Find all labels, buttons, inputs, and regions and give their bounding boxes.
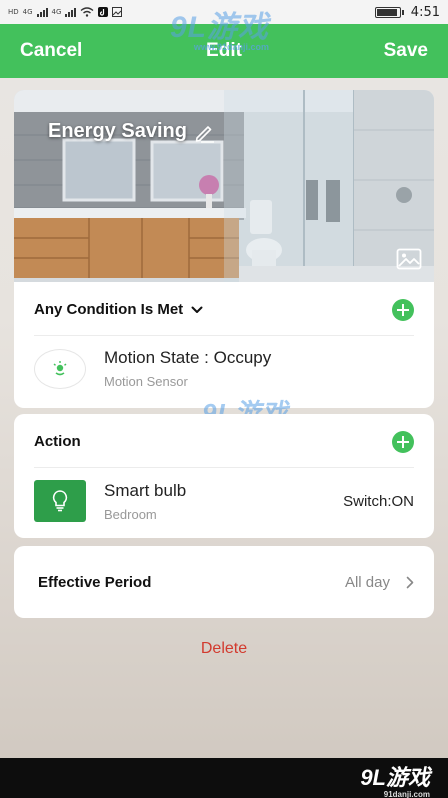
bottom-logo-domain: 91danji.com: [383, 790, 430, 798]
condition-mode-selector[interactable]: Any Condition Is Met: [34, 301, 203, 318]
bottom-watermark-logo: 9L游戏 91danji.com: [360, 760, 430, 798]
condition-mode-label: Any Condition Is Met: [34, 301, 184, 318]
action-item-room: Bedroom: [104, 506, 157, 522]
save-button[interactable]: Save: [384, 40, 428, 62]
battery-icon: [374, 6, 404, 18]
wifi-icon: [80, 7, 94, 17]
condition-item[interactable]: Motion State : Occupy Motion Sensor: [34, 348, 414, 389]
bulb-icon: [34, 480, 86, 522]
action-card: Action Smart bulb Bedroom Switch:ON: [14, 414, 434, 538]
chevron-down-icon: [191, 306, 203, 313]
action-item-value: Switch:ON: [343, 492, 414, 510]
bottom-logo-text: 9L游戏: [360, 765, 430, 790]
signal-icon: [36, 7, 48, 17]
effective-period-label: Effective Period: [38, 573, 152, 591]
action-item-text: Smart bulb Bedroom: [104, 481, 186, 522]
action-item-name: Smart bulb: [104, 480, 187, 500]
scene-name-text: Energy Saving: [48, 120, 187, 142]
add-action-button[interactable]: [392, 430, 414, 453]
condition-card: Any Condition Is Met Motion State : Occu…: [14, 282, 434, 408]
scene-name: Energy Saving: [48, 120, 215, 143]
condition-item-device: Motion Sensor: [104, 374, 188, 389]
cancel-button[interactable]: Cancel: [20, 40, 82, 62]
change-image-icon[interactable]: [396, 248, 422, 270]
status-right-icons: 4:51: [374, 4, 440, 20]
network-type-label: HD: [8, 7, 19, 16]
condition-item-text: Motion State : Occupy Motion Sensor: [104, 348, 271, 389]
effective-period-card: Effective Period All day: [14, 546, 434, 618]
watermark-logo-text: 9L游戏: [170, 11, 270, 44]
scene-cover-image: Energy Saving: [14, 90, 434, 282]
image-notification-icon: [112, 7, 123, 17]
condition-header: Any Condition Is Met: [34, 284, 414, 336]
condition-item-name: Motion State : Occupy: [104, 348, 272, 367]
effective-period-row[interactable]: Effective Period All day: [38, 546, 414, 618]
watermark-logo: 9L游戏 www.91danji.com: [170, 2, 269, 52]
chevron-right-icon: [406, 576, 414, 588]
edit-pencil-icon[interactable]: [193, 121, 215, 143]
network-type-label: 4G: [51, 7, 62, 16]
motion-sensor-icon: [34, 348, 86, 389]
bathroom-photo: [14, 90, 434, 282]
action-header: Action: [34, 416, 414, 468]
tiktok-icon: [98, 7, 109, 17]
action-title: Action: [34, 433, 81, 450]
status-time: 4:51: [410, 4, 440, 20]
bottom-watermark-bar: 9L游戏 91danji.com: [0, 758, 448, 798]
add-condition-button[interactable]: [392, 298, 414, 321]
network-type-label: 4G: [22, 7, 33, 16]
status-left-icons: HD 4G 4G: [8, 7, 123, 17]
delete-button[interactable]: Delete: [0, 640, 448, 658]
action-item[interactable]: Smart bulb Bedroom Switch:ON: [34, 480, 414, 522]
signal-icon: [65, 7, 77, 17]
effective-period-value: All day: [344, 573, 390, 591]
